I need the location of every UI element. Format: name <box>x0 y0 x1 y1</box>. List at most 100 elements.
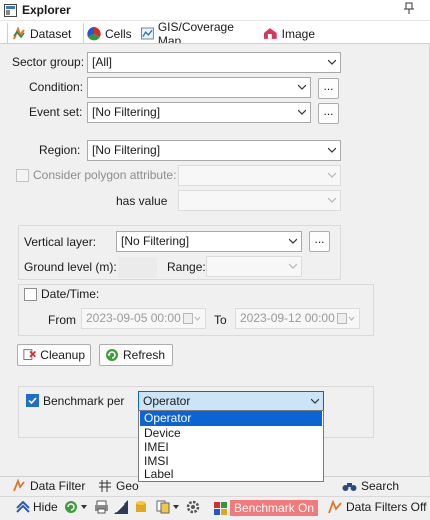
sector-group-select[interactable]: [All] <box>87 52 341 73</box>
chevron-down-icon <box>328 197 336 203</box>
condition-more-button[interactable]: ... <box>318 78 339 99</box>
bottom-toolbar: Hide Benchmark On Data Filters Off <box>0 496 430 520</box>
vertical-layer-label: Vertical layer: <box>24 235 97 249</box>
polygon-attribute-label: Consider polygon attribute: <box>33 168 177 182</box>
has-value-label: has value <box>116 194 168 208</box>
benchmark-on-button[interactable]: Benchmark On <box>214 500 319 516</box>
benchmark-on-label: Benchmark On <box>230 500 319 516</box>
cleanup-button[interactable]: Cleanup <box>17 344 91 366</box>
region-label: Region: <box>39 143 81 157</box>
refresh-icon <box>106 349 118 361</box>
copy-button[interactable] <box>156 500 179 514</box>
region-value: [No Filtering] <box>92 143 161 157</box>
event-set-value: [No Filtering] <box>92 105 161 119</box>
calendar-icon <box>183 313 201 324</box>
chevron-down-icon <box>328 147 336 153</box>
filter-icon <box>13 479 25 492</box>
tab-cells[interactable]: Cells <box>82 22 138 44</box>
bottom-tab-search[interactable]: Search <box>342 479 399 493</box>
polygon-attribute-select[interactable] <box>178 165 341 186</box>
sector-group-label: Sector group: <box>12 55 85 69</box>
ground-level-label: Ground level (m): <box>24 260 117 274</box>
event-set-more-button[interactable]: ... <box>318 103 339 124</box>
hide-button[interactable]: Hide <box>16 500 58 514</box>
dropdown-option[interactable]: IMEI <box>140 440 322 455</box>
chevron-down-icon <box>298 109 306 115</box>
image-icon <box>263 28 277 39</box>
pin-icon[interactable] <box>404 2 414 17</box>
tab-label: Image <box>281 26 315 41</box>
chevron-down-icon <box>311 398 319 404</box>
has-value-select[interactable] <box>178 190 341 211</box>
tab-dataset[interactable]: Dataset <box>7 22 84 44</box>
dropdown-arrow-icon <box>81 505 87 509</box>
refresh-label: Refresh <box>123 348 166 362</box>
pen-icon <box>114 500 128 514</box>
chevron-down-icon <box>328 59 336 65</box>
tab-label: Cells <box>105 26 132 41</box>
condition-label: Condition: <box>29 80 84 94</box>
region-select[interactable]: [No Filtering] <box>87 140 341 161</box>
pen-button[interactable] <box>114 500 128 514</box>
dropdown-arrow-icon <box>173 505 179 509</box>
tab-gis-coverage-map[interactable]: GIS/Coverage Map <box>136 20 257 48</box>
print-button[interactable] <box>94 500 109 514</box>
to-date-value: 2023-09-12 00:00 <box>240 311 335 325</box>
map-icon <box>141 27 154 40</box>
condition-select[interactable] <box>87 77 311 98</box>
benchmark-checkbox[interactable] <box>26 394 39 407</box>
range-select[interactable] <box>206 256 302 277</box>
to-date-picker[interactable]: 2023-09-12 00:00 <box>235 308 360 329</box>
tab-label: Dataset <box>30 27 72 41</box>
tab-image[interactable]: Image <box>258 22 320 44</box>
bottom-tab-label: Geo <box>116 479 139 493</box>
cylinder-button[interactable] <box>134 500 148 514</box>
dropdown-option[interactable]: Operator <box>140 411 322 426</box>
data-filters-button[interactable]: Data Filters Off <box>328 500 426 514</box>
binoculars-icon <box>342 483 357 491</box>
copy-icon <box>156 500 170 514</box>
sync-button[interactable] <box>64 500 87 514</box>
calendar-icon <box>337 313 355 324</box>
chevron-down-icon <box>289 238 297 244</box>
vertical-layer-more-button[interactable]: ... <box>309 231 330 252</box>
hide-icon <box>16 501 30 513</box>
cells-icon <box>87 26 101 40</box>
bottom-tab-data-filter[interactable]: Data Filter <box>12 479 85 493</box>
ground-level-input[interactable] <box>118 257 157 278</box>
event-set-label: Event set: <box>29 105 83 119</box>
checkmark-icon <box>28 397 37 405</box>
window-title: Explorer <box>22 3 71 17</box>
bottom-tab-geo[interactable]: Geo <box>98 479 139 493</box>
refresh-button[interactable]: Refresh <box>99 344 173 366</box>
benchmark-label: Benchmark per <box>43 394 125 408</box>
polygon-attribute-checkbox[interactable] <box>16 169 29 182</box>
dataset-icon <box>13 27 25 40</box>
from-date-picker[interactable]: 2023-09-05 00:00 <box>81 308 206 329</box>
dropdown-option[interactable]: Device <box>140 426 322 441</box>
sector-group-value: [All] <box>92 55 113 69</box>
benchmark-value: Operator <box>143 394 191 408</box>
benchmark-dropdown-list: Operator Device IMEI IMSI Label <box>138 410 324 482</box>
to-label: To <box>214 313 227 327</box>
cleanup-icon <box>23 349 37 360</box>
datetime-checkbox[interactable] <box>24 288 37 301</box>
explorer-icon <box>4 4 17 17</box>
vertical-layer-select[interactable]: [No Filtering] <box>116 231 302 252</box>
title-bar: Explorer <box>0 0 430 21</box>
from-label: From <box>48 313 76 327</box>
range-label: Range: <box>167 260 206 274</box>
dropdown-option[interactable]: Label <box>140 467 322 482</box>
sync-icon <box>65 501 77 513</box>
datetime-label: Date/Time: <box>41 287 100 301</box>
gear-icon <box>186 500 200 514</box>
cleanup-label: Cleanup <box>40 348 85 362</box>
hide-label: Hide <box>33 500 58 514</box>
filter-icon <box>328 500 342 514</box>
benchmark-select[interactable]: Operator <box>138 391 324 411</box>
benchmark-icon <box>214 501 227 515</box>
settings-button[interactable] <box>186 500 200 514</box>
chevron-down-icon <box>298 84 306 90</box>
printer-icon <box>95 500 108 514</box>
event-set-select[interactable]: [No Filtering] <box>87 102 311 123</box>
